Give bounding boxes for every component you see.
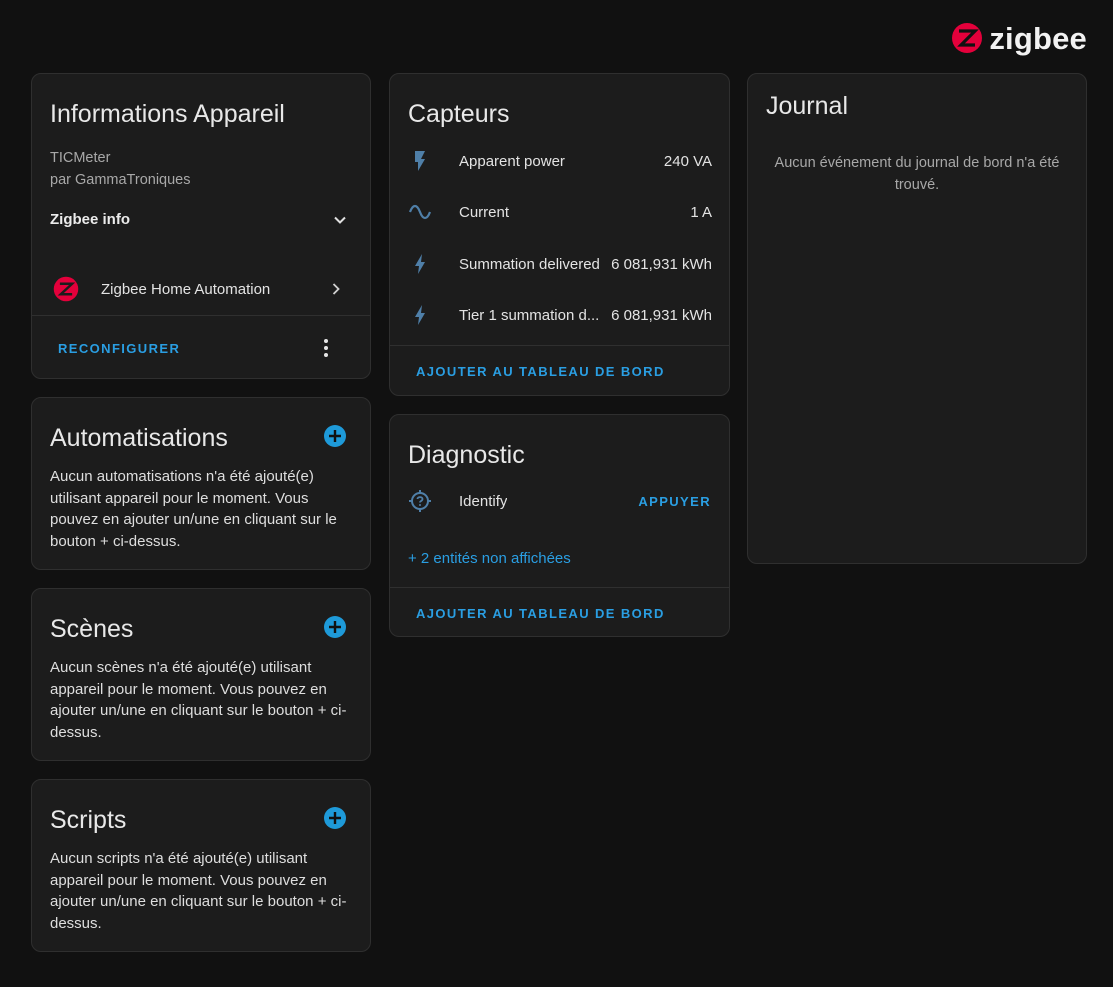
- add-automation-button[interactable]: [324, 425, 346, 447]
- more-vert-icon[interactable]: [314, 336, 338, 360]
- zha-integration-icon: [53, 276, 79, 302]
- identify-label: Identify: [459, 492, 508, 510]
- sensor-name: Summation delivered: [459, 255, 600, 273]
- diagnostic-divider: [390, 587, 729, 588]
- device-info-title: Informations Appareil: [50, 100, 285, 128]
- zigbee-info-expander[interactable]: Zigbee info: [32, 200, 370, 240]
- automations-card: Automatisations Aucun automatisations n'…: [31, 397, 371, 570]
- scripts-card: Scripts Aucun scripts n'a été ajouté(e) …: [31, 779, 371, 952]
- flash-icon: [415, 254, 425, 274]
- zigbee-logo: zigbee: [951, 22, 1087, 54]
- sensor-value: 1 A: [690, 203, 712, 221]
- add-scene-button[interactable]: [324, 616, 346, 638]
- scenes-card: Scènes Aucun scènes n'a été ajouté(e) ut…: [31, 588, 371, 761]
- integration-label: Zigbee Home Automation: [101, 281, 271, 298]
- sine-wave-icon: [408, 204, 432, 220]
- device-manufacturer: par GammaTroniques: [50, 172, 191, 188]
- diagnostic-card: Diagnostic Identify APPUYER + 2 entités …: [389, 414, 730, 637]
- automations-title: Automatisations: [50, 424, 228, 452]
- plus-icon: [329, 430, 341, 442]
- plus-icon: [329, 621, 341, 633]
- zigbee-logo-text: zigbee: [989, 20, 1087, 56]
- logbook-title: Journal: [766, 92, 848, 120]
- integration-row[interactable]: Zigbee Home Automation: [32, 268, 370, 310]
- add-script-button[interactable]: [324, 807, 346, 829]
- sensor-value: 6 081,931 kWh: [611, 255, 712, 273]
- chevron-down-icon: [334, 216, 346, 224]
- device-info-card: Informations Appareil TICMeter par Gamma…: [31, 73, 371, 379]
- sensor-row-tier1-summation[interactable]: Tier 1 summation d... 6 081,931 kWh: [390, 295, 729, 335]
- sensors-card: Capteurs Apparent power 240 VA Current 1…: [389, 73, 730, 396]
- sensor-value: 6 081,931 kWh: [611, 306, 712, 324]
- device-page: zigbee Informations Appareil TICMeter pa…: [0, 0, 1113, 987]
- flash-icon: [415, 305, 425, 325]
- flash-icon: [415, 151, 425, 171]
- plus-icon: [329, 812, 341, 824]
- diagnostic-title: Diagnostic: [408, 441, 525, 469]
- sensors-divider: [390, 345, 729, 346]
- sensor-row-summation-delivered[interactable]: Summation delivered 6 081,931 kWh: [390, 244, 729, 284]
- sensor-name: Apparent power: [459, 152, 565, 170]
- scenes-title: Scènes: [50, 615, 134, 643]
- sensors-add-dashboard-button[interactable]: AJOUTER AU TABLEAU DE BORD: [416, 364, 665, 379]
- scripts-title: Scripts: [50, 806, 127, 834]
- diagnostic-add-dashboard-button[interactable]: AJOUTER AU TABLEAU DE BORD: [416, 606, 665, 621]
- automations-empty-text: Aucun automatisations n'a été ajouté(e) …: [50, 468, 337, 551]
- scripts-empty-text: Aucun scripts n'a été ajouté(e) utilisan…: [50, 850, 347, 933]
- hidden-entities-link[interactable]: + 2 entités non affichées: [408, 550, 571, 567]
- sensor-name: Tier 1 summation d...: [459, 306, 600, 324]
- chevron-right-icon: [332, 283, 340, 295]
- sensor-name: Current: [459, 203, 510, 221]
- device-info-divider: [32, 315, 370, 316]
- device-model: TICMeter: [50, 150, 111, 166]
- zigbee-logo-icon: [952, 23, 983, 53]
- zigbee-info-label: Zigbee info: [50, 211, 130, 228]
- reconfigure-button[interactable]: RECONFIGURER: [58, 341, 180, 356]
- identify-row: Identify APPUYER: [390, 481, 729, 521]
- sensors-title: Capteurs: [408, 100, 510, 128]
- sensor-row-current[interactable]: Current 1 A: [390, 192, 729, 232]
- logbook-card: Journal Aucun événement du journal de bo…: [747, 73, 1087, 564]
- sensor-row-apparent-power[interactable]: Apparent power 240 VA: [390, 141, 729, 181]
- scenes-empty-text: Aucun scènes n'a été ajouté(e) utilisant…: [50, 659, 347, 742]
- logbook-empty-text: Aucun événement du journal de bord n'a é…: [774, 155, 1060, 193]
- crosshairs-question-icon: [409, 490, 431, 512]
- sensor-value: 240 VA: [663, 152, 712, 170]
- identify-press-button[interactable]: APPUYER: [638, 494, 711, 509]
